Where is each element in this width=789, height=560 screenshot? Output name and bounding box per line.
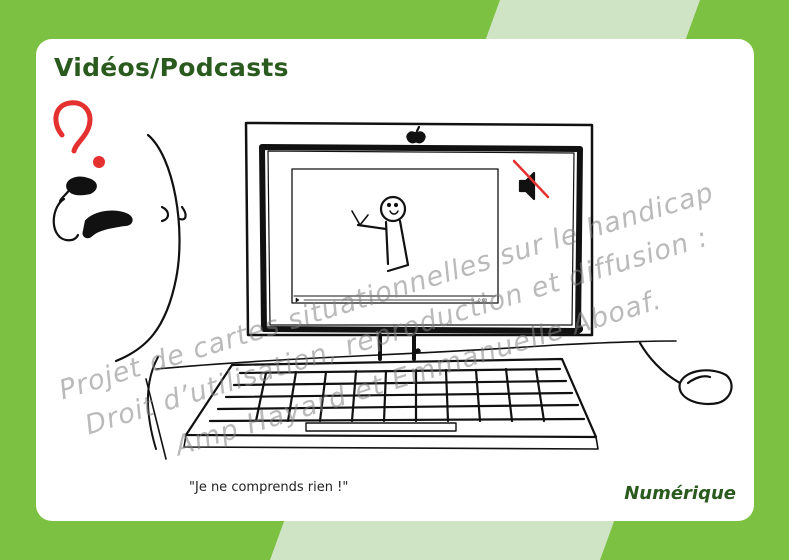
mute-speaker-icon: [512, 159, 550, 201]
hearing-aid-icon: [52, 176, 133, 242]
computer-monitor: 0:00: [244, 121, 594, 361]
situation-card: Vidéos/Podcasts 0:00 "Je ne comprends ri…: [36, 39, 754, 521]
keyboard: [183, 357, 599, 450]
person-head: [114, 133, 187, 363]
quote-caption: "Je ne comprends rien !": [189, 480, 349, 495]
svg-text:0:00: 0:00: [478, 298, 487, 303]
speaker-figure: [351, 195, 410, 273]
category-label: Numérique: [624, 483, 736, 504]
computer-mouse: [638, 341, 733, 406]
video-player: 0:00: [291, 159, 550, 304]
apple-logo-icon: [406, 125, 426, 144]
illustration: 0:00: [52, 100, 733, 460]
question-mark-icon: [53, 100, 105, 168]
